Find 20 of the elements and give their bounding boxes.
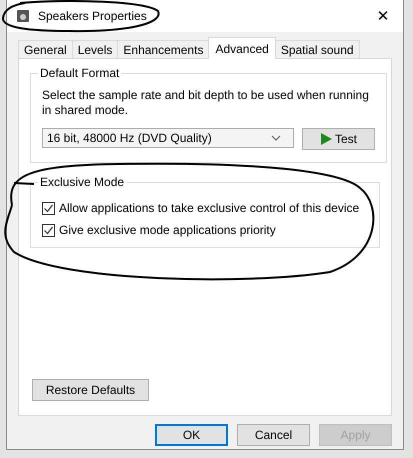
format-dropdown[interactable]: 16 bit, 48000 Hz (DVD Quality)	[42, 128, 294, 148]
dialog-button[interactable]: OK	[155, 424, 228, 446]
checkbox[interactable]	[42, 224, 55, 236]
tab[interactable]: Advanced	[208, 37, 276, 59]
checkbox-label: Allow applications to take exclusive control of this device	[59, 201, 360, 215]
group-title: Exclusive Mode	[39, 175, 126, 189]
dialog-button[interactable]: Cancel	[237, 424, 310, 446]
speaker-icon	[16, 9, 30, 23]
checkbox-label: Give exclusive mode applications priority	[59, 223, 276, 237]
chevron-down-icon	[271, 135, 281, 141]
group-title: Default Format	[39, 66, 120, 80]
test-button[interactable]: Test	[302, 128, 375, 150]
tab[interactable]: Spatial sound	[274, 40, 360, 58]
window-title: Speakers Properties	[38, 9, 147, 23]
description-text: Select the sample rate and bit depth to be used when running in shared mode.	[42, 88, 370, 118]
close-button[interactable]: ✕	[363, 0, 403, 32]
restore-defaults-button[interactable]: Restore Defaults	[32, 379, 149, 401]
checkbox[interactable]	[42, 202, 55, 214]
tab[interactable]: General	[18, 40, 73, 58]
play-icon	[320, 133, 332, 145]
